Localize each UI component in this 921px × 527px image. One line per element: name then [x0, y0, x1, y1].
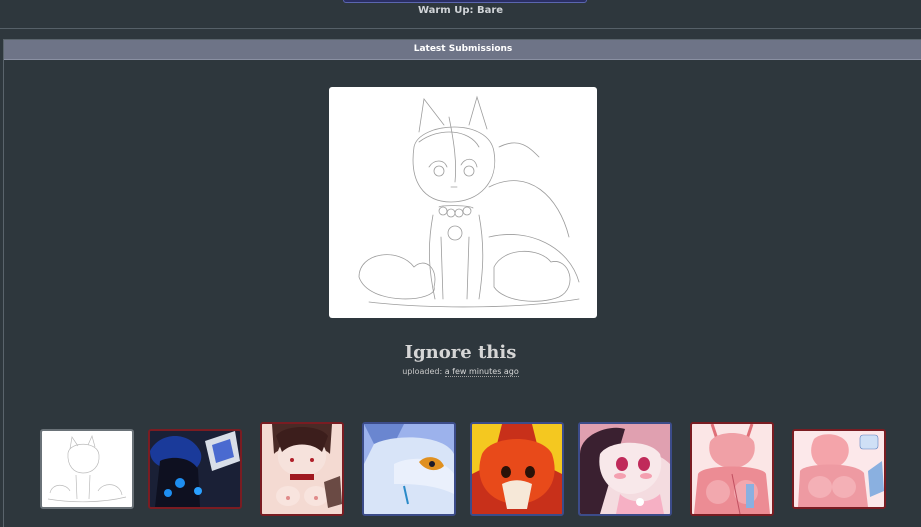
panel-header: Latest Submissions: [4, 40, 921, 60]
thumbnail-4-art: [364, 424, 454, 514]
thumbnail-strip: [0, 422, 921, 526]
upload-meta: uploaded: a few minutes ago: [0, 367, 921, 377]
thumbnail-5[interactable]: [470, 422, 564, 516]
thumbnail-3[interactable]: [260, 422, 344, 516]
thumbnail-1-art: [47, 434, 127, 503]
thumbnail-2[interactable]: [148, 429, 242, 509]
top-section: Warm Up: Bare: [0, 0, 921, 29]
uploaded-time[interactable]: a few minutes ago: [444, 367, 519, 377]
thumbnail-3-art: [262, 424, 342, 514]
thumbnail-2-art: [150, 431, 240, 507]
warmup-title[interactable]: Warm Up: Bare: [0, 5, 921, 16]
thumbnail-8-art: [794, 431, 884, 507]
uploaded-label: uploaded:: [402, 367, 443, 376]
thumbnail-1[interactable]: [40, 429, 134, 509]
thumbnail-7[interactable]: [690, 422, 774, 516]
submission-title[interactable]: Ignore this: [0, 342, 921, 363]
featured-submission-image[interactable]: [329, 87, 597, 318]
thumbnail-6[interactable]: [578, 422, 672, 516]
thumbnail-5-art: [472, 424, 562, 514]
thumbnail-4[interactable]: [362, 422, 456, 516]
thumbnail-6-art: [580, 424, 670, 514]
featured-sketch: [358, 95, 580, 308]
thumbnail-8[interactable]: [792, 429, 886, 509]
previous-thumbnail-edge[interactable]: [343, 0, 587, 3]
thumbnail-7-art: [692, 424, 772, 514]
